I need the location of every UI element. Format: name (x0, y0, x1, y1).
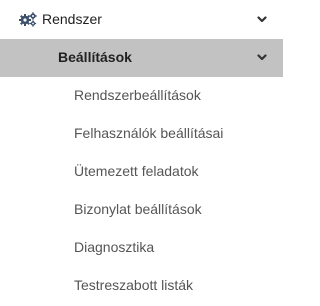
menu-item-rendszer[interactable]: Rendszer (0, 0, 283, 39)
menu-item-label: Diagnosztika (74, 239, 155, 255)
menu-item-label: Rendszerbeállítások (74, 87, 201, 103)
sidebar-menu: Rendszer Beállítások Rendszerbeállítások… (0, 0, 283, 306)
menu-item-label: Ütemezett feladatok (74, 163, 199, 179)
menu-item-utemezett-feladatok[interactable]: Ütemezett feladatok (0, 153, 283, 191)
menu-item-testreszabott-listak[interactable]: Testreszabott listák (0, 267, 283, 305)
cogs-icon (19, 12, 37, 27)
menu-item-rendszer-label: Rendszer (42, 11, 102, 27)
chevron-down-icon (257, 16, 267, 23)
menu-item-label: Felhasználók beállításai (74, 125, 224, 141)
menu-item-label: Bizonylat beállítások (74, 201, 202, 217)
menu-item-beallitasok-label: Beállítások (58, 49, 132, 65)
menu-item-label: Testreszabott listák (74, 277, 194, 293)
chevron-down-icon (257, 54, 267, 61)
menu-item-felhasznalok-beallitasai[interactable]: Felhasználók beállításai (0, 115, 283, 153)
menu-item-beallitasok[interactable]: Beállítások (0, 39, 283, 77)
menu-item-rendszerbeallitasok[interactable]: Rendszerbeállítások (0, 77, 283, 115)
menu-item-diagnosztika[interactable]: Diagnosztika (0, 229, 283, 267)
menu-item-bizonylat-beallitasok[interactable]: Bizonylat beállítások (0, 191, 283, 229)
